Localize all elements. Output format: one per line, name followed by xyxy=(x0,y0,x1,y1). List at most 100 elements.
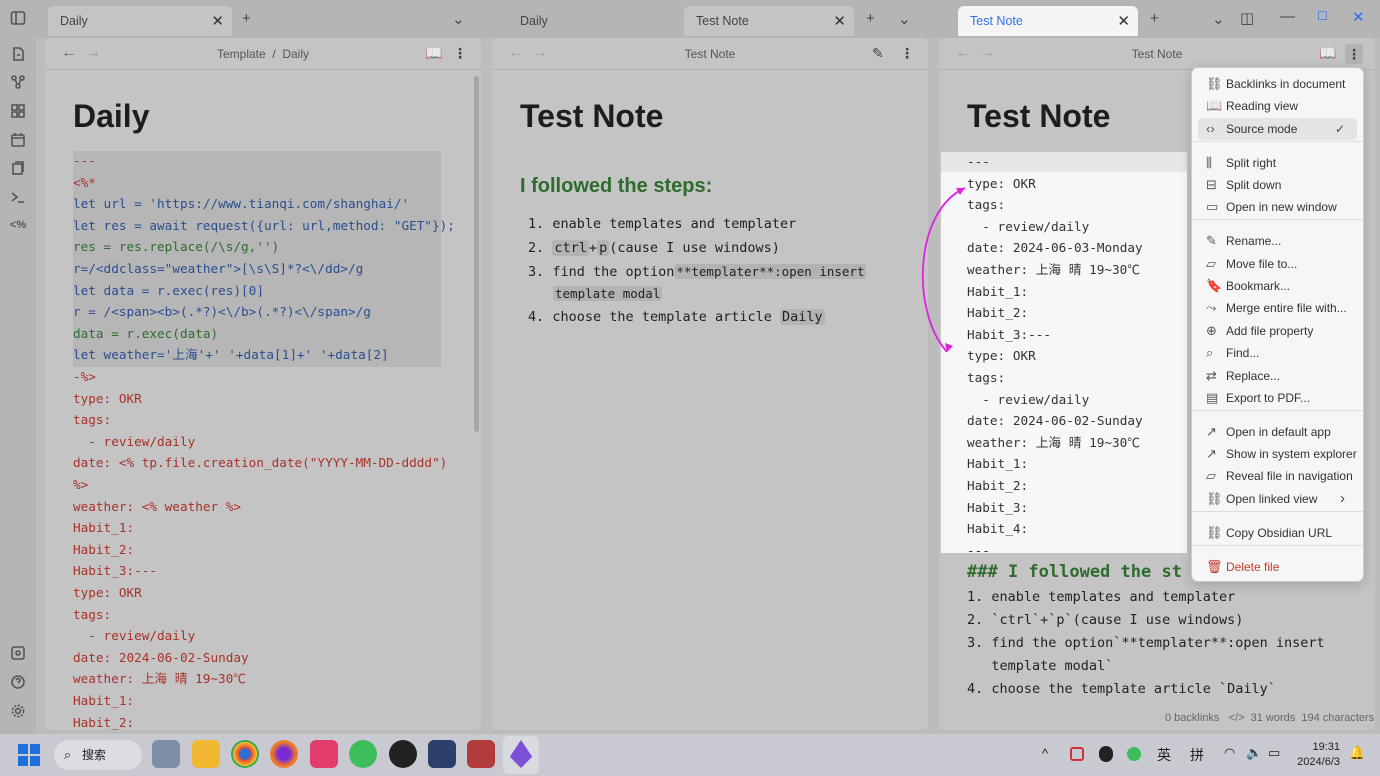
chevron-down-icon[interactable]: ⌄ xyxy=(1212,10,1225,28)
source-line: Habit_4: xyxy=(967,521,1029,537)
scrollbar[interactable] xyxy=(474,76,479,432)
menu-item-open-linked-view[interactable]: ⛓ Open linked view › xyxy=(1198,488,1357,510)
right-sidebar-toggle-icon[interactable]: ◫ xyxy=(1240,9,1254,27)
back-arrow-icon[interactable]: ← xyxy=(955,38,971,68)
volume-icon[interactable]: 🔈 xyxy=(1246,745,1262,761)
list-text: (cause I use windows) xyxy=(609,240,780,256)
taskbar-search[interactable]: ⌕ 搜索 xyxy=(54,740,142,770)
notification-bell-icon[interactable]: 🔔 xyxy=(1349,745,1365,761)
chevron-down-icon[interactable]: ⌄ xyxy=(452,10,465,28)
help-icon[interactable] xyxy=(10,674,26,690)
terminal-icon[interactable] xyxy=(10,189,26,205)
menu-item-move-file-to[interactable]: ▱ Move file to... xyxy=(1198,253,1357,275)
wifi-icon[interactable]: ◠ xyxy=(1224,745,1235,761)
file-explorer-icon[interactable] xyxy=(192,740,220,768)
close-icon[interactable]: ✕ xyxy=(1117,12,1130,30)
page-title: Daily xyxy=(73,98,150,134)
firefox-icon[interactable] xyxy=(270,740,298,768)
view-title[interactable]: Test Note xyxy=(685,47,736,61)
window-close-icon[interactable]: ✕ xyxy=(1352,8,1365,26)
tab-test-note-middle[interactable]: Test Note ✕ xyxy=(684,6,854,36)
forward-arrow-icon[interactable]: → xyxy=(85,38,101,68)
cat-app-icon[interactable] xyxy=(428,740,456,768)
menu-item-bookmark[interactable]: 🔖 Bookmark... xyxy=(1198,275,1357,297)
linked-view-icon: ⛓ xyxy=(1206,491,1223,506)
ime-mode[interactable]: 拼 xyxy=(1190,745,1204,765)
code-icon[interactable]: </> xyxy=(1229,712,1245,724)
menu-item-split-right[interactable]: ⫼ Split right xyxy=(1198,152,1357,174)
clock[interactable]: 19:31 2024/6/3 xyxy=(1296,740,1340,770)
bilibili-icon[interactable] xyxy=(310,740,338,768)
sidebar-toggle-icon[interactable] xyxy=(10,10,26,26)
book-icon[interactable]: 📖 xyxy=(1319,38,1336,68)
graph-view-icon[interactable] xyxy=(10,74,26,90)
date: 2024/6/3 xyxy=(1297,756,1340,768)
templater-icon[interactable]: <% xyxy=(10,217,26,233)
settings-gear-icon[interactable] xyxy=(10,703,26,719)
new-tab-icon[interactable]: + xyxy=(242,10,251,27)
windows-start-icon[interactable] xyxy=(18,744,40,766)
menu-item-backlinks-in-document[interactable]: ⛓ Backlinks in document xyxy=(1198,73,1357,95)
qq-icon[interactable] xyxy=(389,740,417,768)
chevron-down-icon[interactable]: ⌄ xyxy=(898,10,911,28)
folder-icon: ▱ xyxy=(1206,468,1216,483)
ime-indicator[interactable]: 英 xyxy=(1157,745,1171,765)
back-arrow-icon[interactable]: ← xyxy=(61,38,77,68)
menu-item-merge-entire-file-with[interactable]: ⤳ Merge entire file with... xyxy=(1198,297,1357,319)
forward-arrow-icon[interactable]: → xyxy=(532,38,548,68)
tray-wechat-icon[interactable] xyxy=(1127,747,1141,761)
more-options-icon[interactable]: ⋮ xyxy=(900,38,914,68)
back-arrow-icon[interactable]: ← xyxy=(508,38,524,68)
settings-app-icon[interactable] xyxy=(152,740,180,768)
wechat-icon[interactable] xyxy=(349,740,377,768)
open-switcher-icon[interactable] xyxy=(10,46,26,62)
menu-item-label: Add file property xyxy=(1226,324,1314,338)
new-tab-icon[interactable]: + xyxy=(1150,10,1159,27)
vault-icon[interactable] xyxy=(10,645,26,661)
source-line: Habit_2: xyxy=(967,305,1029,321)
menu-item-source-mode[interactable]: ‹› Source mode ✓ xyxy=(1198,118,1357,140)
close-icon[interactable]: ✕ xyxy=(211,12,224,30)
templates-icon[interactable] xyxy=(10,160,26,176)
editor-line: Habit_1: xyxy=(73,520,135,536)
menu-separator xyxy=(1192,511,1363,512)
menu-item-copy-obsidian-url[interactable]: ⛓ Copy Obsidian URL xyxy=(1198,522,1357,544)
new-tab-icon[interactable]: + xyxy=(866,10,875,27)
menu-item-add-file-property[interactable]: ⊕ Add file property xyxy=(1198,320,1357,342)
menu-item-find[interactable]: ⌕ Find... xyxy=(1198,342,1357,364)
chrome-icon[interactable] xyxy=(231,740,259,768)
menu-separator xyxy=(1192,219,1363,220)
tab-test-note-right[interactable]: Test Note ✕ xyxy=(958,6,1138,36)
menu-item-open-in-default-app[interactable]: ↗ Open in default app xyxy=(1198,421,1357,443)
menu-item-export-to-pdf[interactable]: ▤ Export to PDF... xyxy=(1198,387,1357,409)
pencil-icon[interactable]: ✎ xyxy=(872,38,884,68)
maximize-icon[interactable]: ☐ xyxy=(1317,9,1328,23)
minimize-icon[interactable]: — xyxy=(1280,8,1295,25)
tab-daily-left[interactable]: Daily ✕ xyxy=(48,6,232,36)
plus-circle-icon: ⊕ xyxy=(1206,323,1217,338)
battery-icon[interactable]: ▭ xyxy=(1268,745,1280,761)
backlinks-count[interactable]: 0 backlinks xyxy=(1165,712,1219,724)
close-icon[interactable]: ✕ xyxy=(833,12,846,30)
tab-daily-middle[interactable]: Daily xyxy=(508,6,684,36)
tray-qq-icon[interactable] xyxy=(1099,746,1113,762)
tray-chevron-icon[interactable]: ^ xyxy=(1042,746,1048,761)
calendar-icon[interactable] xyxy=(10,132,26,148)
forward-arrow-icon[interactable]: → xyxy=(979,38,995,68)
menu-item-show-in-system-explorer[interactable]: ↗ Show in system explorer xyxy=(1198,443,1357,465)
more-options-icon[interactable]: ⋮ xyxy=(1345,44,1363,64)
more-options-icon[interactable]: ⋮ xyxy=(453,38,467,68)
view-title[interactable]: Test Note xyxy=(1132,47,1183,61)
breadcrumb[interactable]: Template / Daily xyxy=(217,47,309,61)
tray-app-icon[interactable] xyxy=(1070,747,1084,761)
canvas-icon[interactable] xyxy=(10,103,26,119)
menu-item-open-in-new-window[interactable]: ▭ Open in new window xyxy=(1198,196,1357,218)
menu-item-reading-view[interactable]: 📖 Reading view xyxy=(1198,95,1357,117)
menu-item-delete-file[interactable]: 🗑 Delete file xyxy=(1198,556,1357,578)
menu-item-split-down[interactable]: ⊟ Split down xyxy=(1198,174,1357,196)
book-icon[interactable]: 📖 xyxy=(425,38,442,68)
menu-item-replace[interactable]: ⇄ Replace... xyxy=(1198,365,1357,387)
menu-item-reveal-file-in-navigation[interactable]: ▱ Reveal file in navigation xyxy=(1198,465,1357,487)
jetbrains-icon[interactable] xyxy=(467,740,495,768)
menu-item-rename[interactable]: ✎ Rename... xyxy=(1198,230,1357,252)
